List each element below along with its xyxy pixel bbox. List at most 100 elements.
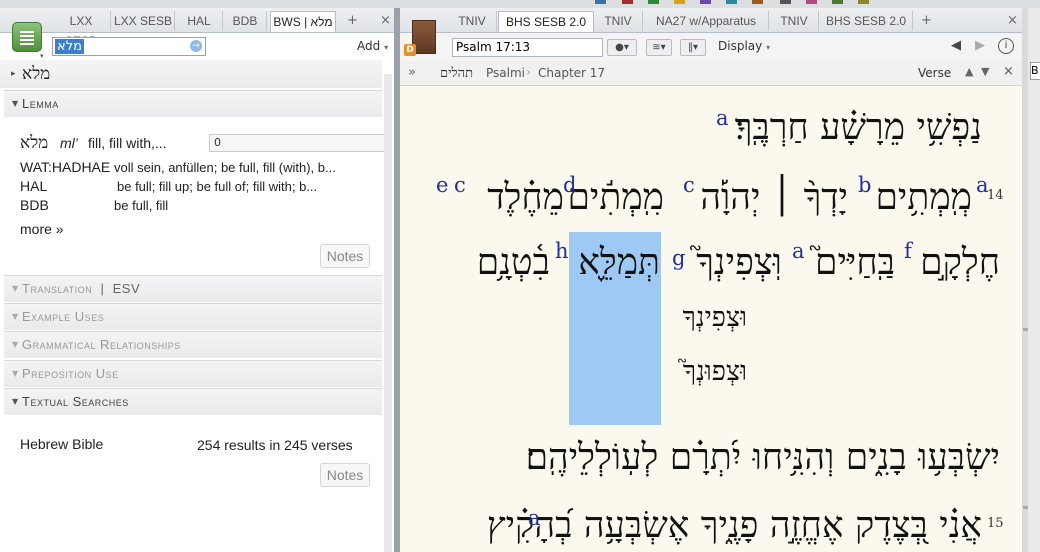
add-tab-icon[interactable]: + bbox=[921, 13, 932, 28]
breadcrumb-book[interactable]: Psalmi bbox=[486, 66, 525, 80]
tab-bhs-sesb-2[interactable]: BHS SESB 2.0 bbox=[820, 11, 913, 31]
source-bdb-link[interactable]: BDB bbox=[20, 197, 49, 213]
footnote-marker[interactable]: d bbox=[563, 175, 576, 196]
lemma-translit: ml’ bbox=[60, 135, 78, 151]
source-wat-hadhae-link[interactable]: WAT:HADHAE bbox=[20, 159, 110, 175]
back-arrow-icon[interactable]: ◀ bbox=[951, 38, 961, 53]
swatch bbox=[674, 0, 685, 4]
close-find-icon[interactable]: × bbox=[1003, 64, 1014, 79]
right-tab-bar: TNIV BHS SESB 2.0 TNIV NA27 w/Apparatus … bbox=[400, 8, 1022, 33]
tab-lxx-sesb-1[interactable]: LXX SESB bbox=[52, 11, 111, 48]
source-wat-def: voll sein, anfüllen; be full, fill (with… bbox=[114, 160, 336, 175]
section-translation[interactable]: ▼ Translation | ESV bbox=[4, 275, 382, 302]
adjacent-panel-edge bbox=[1028, 8, 1040, 552]
variant-reading[interactable]: וּצְפִינְךָ bbox=[683, 304, 747, 331]
expand-sidebar-icon[interactable]: » bbox=[408, 65, 416, 80]
text-line[interactable]: נַפְשִׁ֥י מֵרָשָׁ֗ע חַרְבֶּֽךָ׃ bbox=[735, 110, 982, 146]
section-lemma[interactable]: ▼ Lemma bbox=[4, 90, 382, 117]
section-example-uses[interactable]: ▼ Example Uses bbox=[4, 303, 382, 330]
hebrew-word[interactable]: וּֽצְפִינְךָ֮ bbox=[696, 245, 782, 281]
footnote-marker[interactable]: e bbox=[436, 175, 448, 196]
footnote-marker[interactable]: b bbox=[858, 175, 871, 196]
download-badge-icon: D bbox=[404, 44, 416, 56]
tab-lxx-sesb-2[interactable]: LXX SESB bbox=[112, 11, 175, 31]
tab-bdb[interactable]: BDB bbox=[224, 11, 267, 31]
source-hal-def: be full; fill up; be full of; fill with;… bbox=[117, 179, 318, 194]
footnote-marker[interactable]: a bbox=[976, 175, 989, 196]
footnote-marker[interactable]: a bbox=[716, 108, 729, 129]
add-tab-icon[interactable]: + bbox=[347, 13, 358, 28]
section-textual-label: Textual Searches bbox=[22, 394, 129, 409]
section-grammatical-label: Grammatical Relationships bbox=[22, 337, 181, 352]
footnote-marker[interactable]: g bbox=[672, 248, 685, 269]
verse-number: 15 bbox=[987, 516, 1004, 531]
hebrew-word[interactable]: בַּֽחַיִּים֮ bbox=[815, 245, 895, 281]
display-menu[interactable]: Display ▾ bbox=[718, 39, 770, 53]
display-label: Display bbox=[718, 39, 763, 53]
footnote-marker[interactable]: c bbox=[454, 175, 466, 196]
bible-word-study-panel: LXX SESB LXX SESB HAL BDB BWS | מלא + × … bbox=[0, 8, 394, 552]
swatch bbox=[780, 0, 791, 4]
variant-reading[interactable]: וּצְפוּנְךָ֮ bbox=[683, 358, 747, 385]
add-label: Add bbox=[357, 39, 381, 53]
add-button[interactable]: Add ▾ bbox=[357, 39, 388, 53]
tab-na27[interactable]: NA27 w/Apparatus bbox=[644, 11, 769, 31]
hebrew-word[interactable]: מְֽמְתִ֥ים bbox=[875, 180, 972, 216]
swatch bbox=[622, 0, 633, 4]
hebrew-word[interactable]: יָדְךָ֨ ׀ יְהוָ֡ה bbox=[700, 180, 848, 216]
section-translation-label: Translation | ESV bbox=[22, 281, 141, 296]
tab-tniv-3[interactable]: TNIV bbox=[770, 11, 819, 31]
hebrew-word[interactable]: חֶלְקָ֣ם bbox=[920, 245, 1000, 281]
breadcrumb-separator: › bbox=[526, 65, 531, 79]
word-search-input[interactable]: מלא → bbox=[52, 37, 206, 56]
multiple-panes-icon[interactable]: ‖▾ bbox=[680, 39, 706, 56]
tab-bws-active[interactable]: BWS | מלא bbox=[270, 11, 336, 32]
breadcrumb-book-hebrew[interactable]: תהלים bbox=[440, 65, 473, 81]
text-line[interactable]: יִשְׂבְּע֥וּ בָנִ֑ים וְהִנִּ֥יחוּ יִ֝תְר… bbox=[526, 440, 1000, 476]
tab-bhs-sesb-active[interactable]: BHS SESB 2.0 bbox=[498, 11, 594, 32]
info-icon[interactable]: i bbox=[998, 38, 1014, 54]
section-grammatical[interactable]: ▼ Grammatical Relationships bbox=[4, 331, 382, 358]
library-menu-chevron-icon[interactable]: ▾ bbox=[40, 52, 44, 60]
visual-filters-icon[interactable]: ≋▾ bbox=[646, 39, 672, 56]
hebrew-word-selected[interactable]: תְּמַלֵּ֪א bbox=[578, 245, 660, 281]
footnote-marker[interactable]: f bbox=[904, 241, 912, 262]
library-menu-icon[interactable] bbox=[12, 22, 42, 52]
hebrew-word[interactable]: מֵחֶ֗לֶד bbox=[487, 180, 564, 216]
section-lemma-label: Lemma bbox=[22, 96, 59, 111]
left-scrollbar[interactable] bbox=[384, 74, 392, 552]
close-panel-icon[interactable]: × bbox=[1007, 13, 1018, 28]
source-hal-link[interactable]: HAL bbox=[20, 178, 47, 194]
adjacent-panel-input[interactable]: B bbox=[1030, 62, 1040, 80]
more-link[interactable]: more » bbox=[20, 221, 64, 237]
parallel-resources-icon[interactable]: ●▾ bbox=[607, 39, 637, 56]
footnote-marker[interactable]: c bbox=[683, 175, 695, 196]
tab-tniv-2[interactable]: TNIV bbox=[594, 11, 643, 31]
forward-arrow-icon[interactable]: ▶ bbox=[975, 38, 985, 53]
section-preposition[interactable]: ▼ Preposition Use bbox=[4, 360, 382, 387]
close-panel-icon[interactable]: × bbox=[380, 13, 391, 28]
hebrew-bible-link[interactable]: Hebrew Bible bbox=[20, 436, 103, 452]
prev-verse-icon[interactable]: ▲ bbox=[965, 65, 973, 78]
footnote-marker[interactable]: h bbox=[555, 241, 569, 262]
tab-hal[interactable]: HAL bbox=[176, 11, 223, 31]
tab-tniv-1[interactable]: TNIV bbox=[448, 11, 497, 31]
notes-button[interactable]: Notes bbox=[320, 244, 370, 268]
reference-input[interactable]: Psalm 17:13 bbox=[452, 38, 603, 57]
expand-triangle-icon: ▼ bbox=[12, 312, 19, 321]
verse-navigation[interactable]: Verse bbox=[918, 66, 951, 80]
text-line[interactable]: אֲנִ֗י בְּ֭צֶדֶק אֶחֱזֶ֣ה פָנֶ֑יךָ אֶשְׂ… bbox=[487, 508, 982, 544]
footnote-marker[interactable]: a bbox=[528, 508, 541, 529]
breadcrumb-chapter[interactable]: Chapter 17 bbox=[538, 66, 605, 80]
notes-button-2[interactable]: Notes bbox=[320, 463, 370, 487]
next-verse-icon[interactable]: ▼ bbox=[981, 65, 989, 78]
go-icon[interactable]: → bbox=[190, 40, 202, 52]
collapse-triangle-icon[interactable]: ▸ bbox=[11, 69, 16, 79]
expand-triangle-icon: ▼ bbox=[12, 99, 19, 108]
header-word: מלא bbox=[22, 64, 51, 84]
hebrew-word[interactable]: בִ֫טְנָ֥ם bbox=[477, 245, 550, 281]
swatch bbox=[700, 0, 711, 4]
section-textual-searches[interactable]: ▼ Textual Searches bbox=[4, 388, 382, 415]
hebrew-word[interactable]: מִֽמְתִ֬ים bbox=[567, 180, 664, 216]
footnote-marker[interactable]: a bbox=[792, 241, 805, 262]
